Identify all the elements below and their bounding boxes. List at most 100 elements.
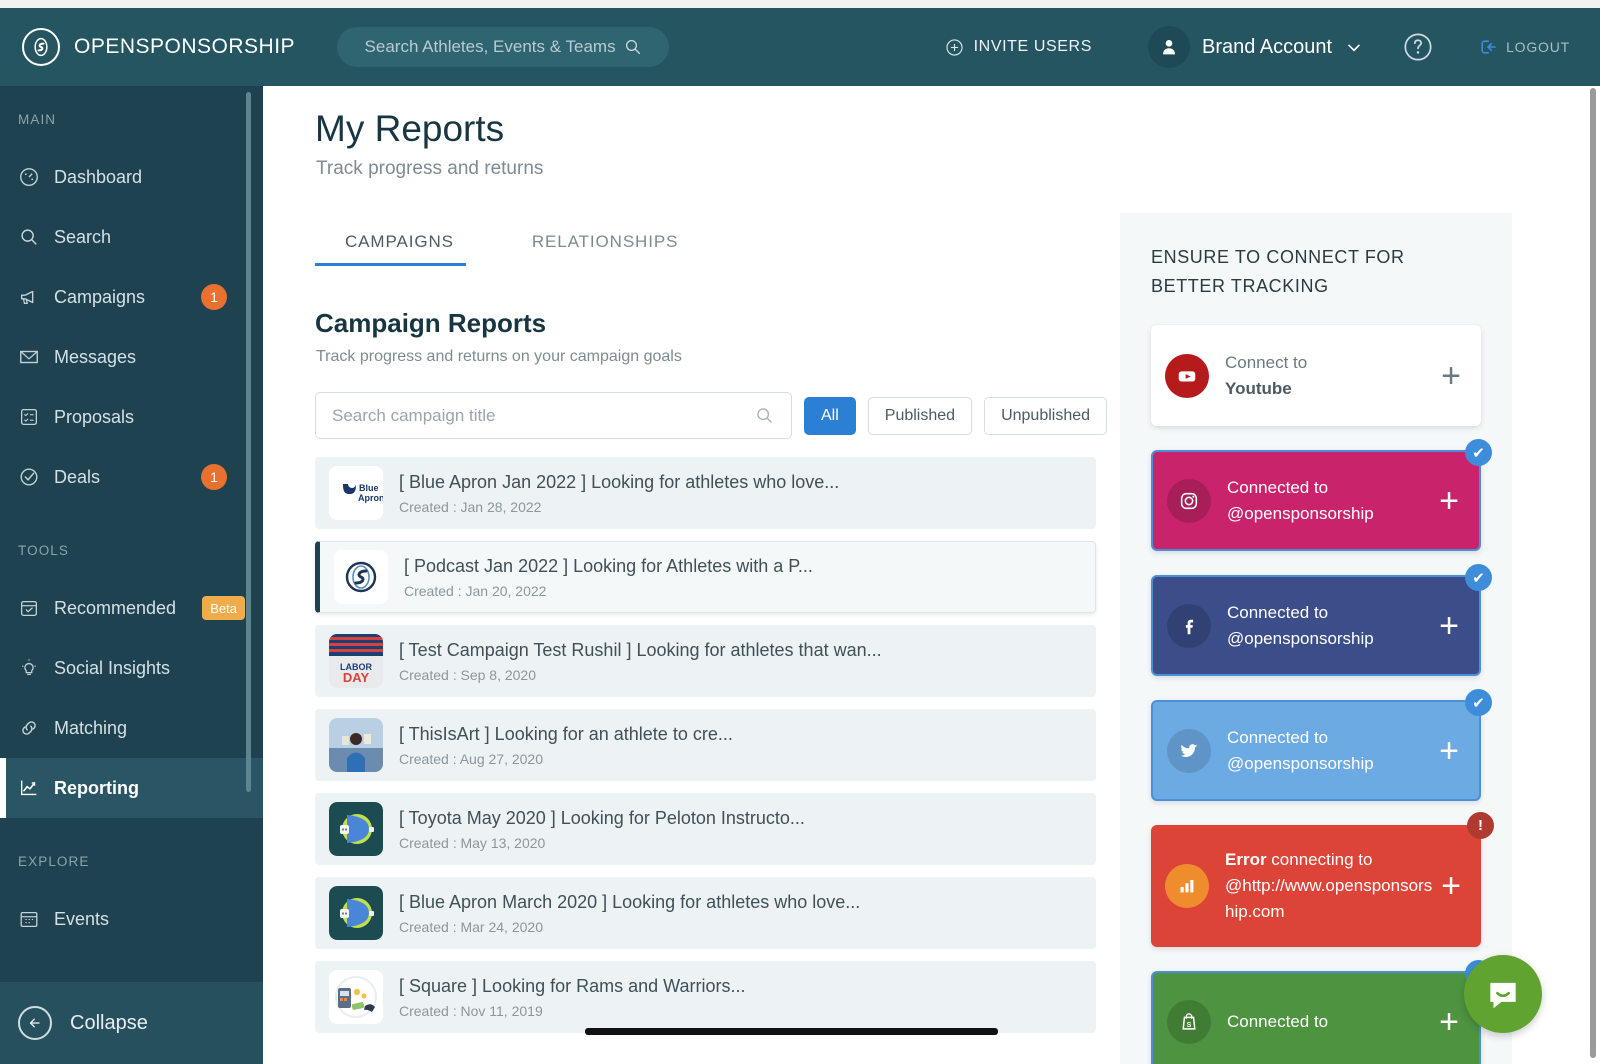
sidebar-item-label: Reporting (54, 777, 139, 798)
tab-relationships[interactable]: RELATIONSHIPS (502, 224, 726, 266)
sidebar-item-label: Events (54, 908, 110, 929)
add-connection-button[interactable]: + (1441, 869, 1461, 903)
browser-chrome-strip (0, 0, 1600, 8)
sidebar-item-events[interactable]: Events (0, 889, 263, 949)
sidebar-item-recommended[interactable]: Recommended Beta (0, 578, 263, 638)
horizontal-scrollbar[interactable] (585, 1028, 998, 1035)
plus-circle-icon (946, 38, 963, 56)
campaign-thumbnail-opensponsorship (334, 550, 388, 604)
connection-line1: Connected to (1227, 727, 1329, 747)
analytics-icon (1165, 864, 1209, 908)
sidebar-item-social-insights[interactable]: Social Insights (0, 638, 263, 698)
connection-card-analytics-error[interactable]: ! Error connecting to @http://www.opensp… (1151, 812, 1494, 947)
sidebar: MAIN Dashboard Search Campaigns 1 Messag… (0, 86, 263, 1064)
link-icon (18, 717, 48, 739)
invite-users-button[interactable]: INVITE USERS (945, 38, 1092, 57)
connection-card-facebook[interactable]: ✔ Connected to @opensponsorship + (1151, 564, 1492, 676)
intercom-chat-icon[interactable] (1464, 955, 1542, 1033)
svg-text:S: S (1187, 1020, 1192, 1029)
sidebar-item-proposals[interactable]: Proposals (0, 387, 263, 447)
box-check-icon (18, 597, 48, 619)
row-text: [ Test Campaign Test Rushil ] Looking fo… (399, 640, 882, 683)
campaign-created: Created : Mar 24, 2020 (399, 918, 543, 935)
sidebar-item-dashboard[interactable]: Dashboard (0, 147, 263, 207)
sidebar-item-matching[interactable]: Matching (0, 698, 263, 758)
sidebar-item-search[interactable]: Search (0, 207, 263, 267)
filter-unpublished-button[interactable]: Unpublished (984, 396, 1108, 435)
table-row[interactable]: [ ThisIsArt ] Looking for an athlete to … (315, 709, 1096, 781)
connection-line2: Youtube (1225, 378, 1292, 398)
table-row[interactable]: LABOR DAY [ Test Campaign Test Rushil ] L… (315, 625, 1096, 697)
sidebar-item-label: Recommended (54, 597, 177, 618)
help-button[interactable] (1402, 31, 1434, 63)
add-connection-button[interactable]: + (1441, 359, 1461, 393)
connection-card-twitter[interactable]: ✔ Connected to @opensponsorship + (1151, 689, 1492, 801)
brand-logo-link[interactable]: OPENSPONSORSHIP (22, 28, 295, 66)
logout-icon (1481, 40, 1496, 54)
campaign-created: Created : Jan 28, 2022 (399, 498, 542, 515)
sidebar-item-label: Messages (54, 346, 137, 367)
chart-line-icon (18, 777, 48, 799)
connection-line1: Connect to (1225, 352, 1308, 372)
connection-line1: Error connecting to (1225, 847, 1441, 873)
campaign-search-wrapper[interactable] (315, 392, 792, 439)
add-connection-button[interactable]: + (1439, 484, 1459, 518)
connection-text: Error connecting to @http://www.openspon… (1225, 847, 1441, 925)
add-connection-button[interactable]: + (1439, 1005, 1459, 1039)
table-row[interactable]: [ Blue Apron March 2020 ] Looking for at… (315, 877, 1096, 949)
connection-line2: @http://www.opensponsorship.com (1225, 876, 1433, 921)
sidebar-item-messages[interactable]: Messages (0, 327, 263, 387)
add-connection-button[interactable]: + (1439, 609, 1459, 643)
connection-card-instagram[interactable]: ✔ Connected to @opensponsorship + (1151, 439, 1492, 551)
campaign-thumbnail-toyota (329, 802, 383, 856)
beta-badge: Beta (202, 596, 245, 620)
table-row[interactable]: Blue Apron [ Blue Apron Jan 2022 ] Lookin… (315, 457, 1096, 529)
avatar (1147, 26, 1190, 68)
campaign-thumbnail-square (329, 970, 383, 1024)
connection-line2: @opensponsorship (1227, 753, 1374, 773)
table-row[interactable]: [ Square ] Looking for Rams and Warriors… (315, 961, 1096, 1033)
table-row[interactable]: [ Podcast Jan 2022 ] Looking for Athlete… (315, 541, 1096, 613)
sidebar-scrollbar[interactable] (246, 92, 251, 792)
chevron-down-icon (1348, 44, 1360, 52)
sidebar-item-reporting[interactable]: Reporting (0, 758, 263, 818)
filter-published-button[interactable]: Published (867, 396, 973, 435)
connection-line1: Connected to (1227, 602, 1329, 622)
table-row[interactable]: [ Toyota May 2020 ] Looking for Peloton … (315, 793, 1096, 865)
global-search-placeholder: Search Athletes, Events & Teams (364, 37, 616, 56)
page-scrollbar[interactable] (1590, 88, 1596, 1058)
row-text: [ Blue Apron Jan 2022 ] Looking for athl… (399, 472, 839, 515)
top-bar: OPENSPONSORSHIP Search Athletes, Events … (0, 8, 1600, 86)
help-circle-icon (1404, 33, 1432, 61)
connection-line1: Connected to (1227, 1011, 1329, 1031)
connection-text: Connected to @opensponsorship (1227, 600, 1439, 652)
calendar-icon (18, 908, 48, 930)
facebook-icon (1167, 603, 1211, 648)
connection-text: Connected to @opensponsorship (1227, 475, 1439, 527)
add-connection-button[interactable]: + (1439, 734, 1459, 768)
connection-text: Connect to Youtube (1225, 350, 1441, 402)
logout-button[interactable]: LOGOUT (1478, 37, 1570, 57)
app-root: OPENSPONSORSHIP Search Athletes, Events … (0, 0, 1600, 1064)
connected-check-badge: ✔ (1465, 564, 1492, 591)
arrow-left-circle-icon (18, 1006, 52, 1040)
sidebar-scroll-region: MAIN Dashboard Search Campaigns 1 Messag… (0, 86, 263, 1064)
sidebar-item-campaigns[interactable]: Campaigns 1 (0, 267, 263, 327)
account-menu[interactable]: Brand Account (1147, 26, 1364, 68)
connection-line1: Connected to (1227, 477, 1329, 497)
search-input[interactable] (332, 405, 754, 426)
connection-card-shopify[interactable]: ✔ S Connected to + (1151, 960, 1492, 1064)
connection-card-youtube[interactable]: Connect to Youtube + (1151, 325, 1481, 426)
connected-check-badge: ✔ (1465, 439, 1492, 466)
global-search-input[interactable]: Search Athletes, Events & Teams (337, 27, 670, 67)
filter-all-button[interactable]: All (804, 396, 856, 435)
tab-campaigns[interactable]: CAMPAIGNS (315, 224, 502, 266)
shopify-icon: S (1167, 999, 1211, 1044)
svg-text:Blue: Blue (359, 483, 379, 493)
sidebar-item-deals[interactable]: Deals 1 (0, 447, 263, 507)
campaign-title: [ Blue Apron Jan 2022 ] Looking for athl… (399, 471, 840, 492)
collapse-sidebar-button[interactable]: Collapse (0, 982, 263, 1064)
row-text: [ Square ] Looking for Rams and Warriors… (399, 976, 745, 1019)
status-badge: 1 (201, 284, 227, 310)
list-icon (18, 406, 48, 428)
